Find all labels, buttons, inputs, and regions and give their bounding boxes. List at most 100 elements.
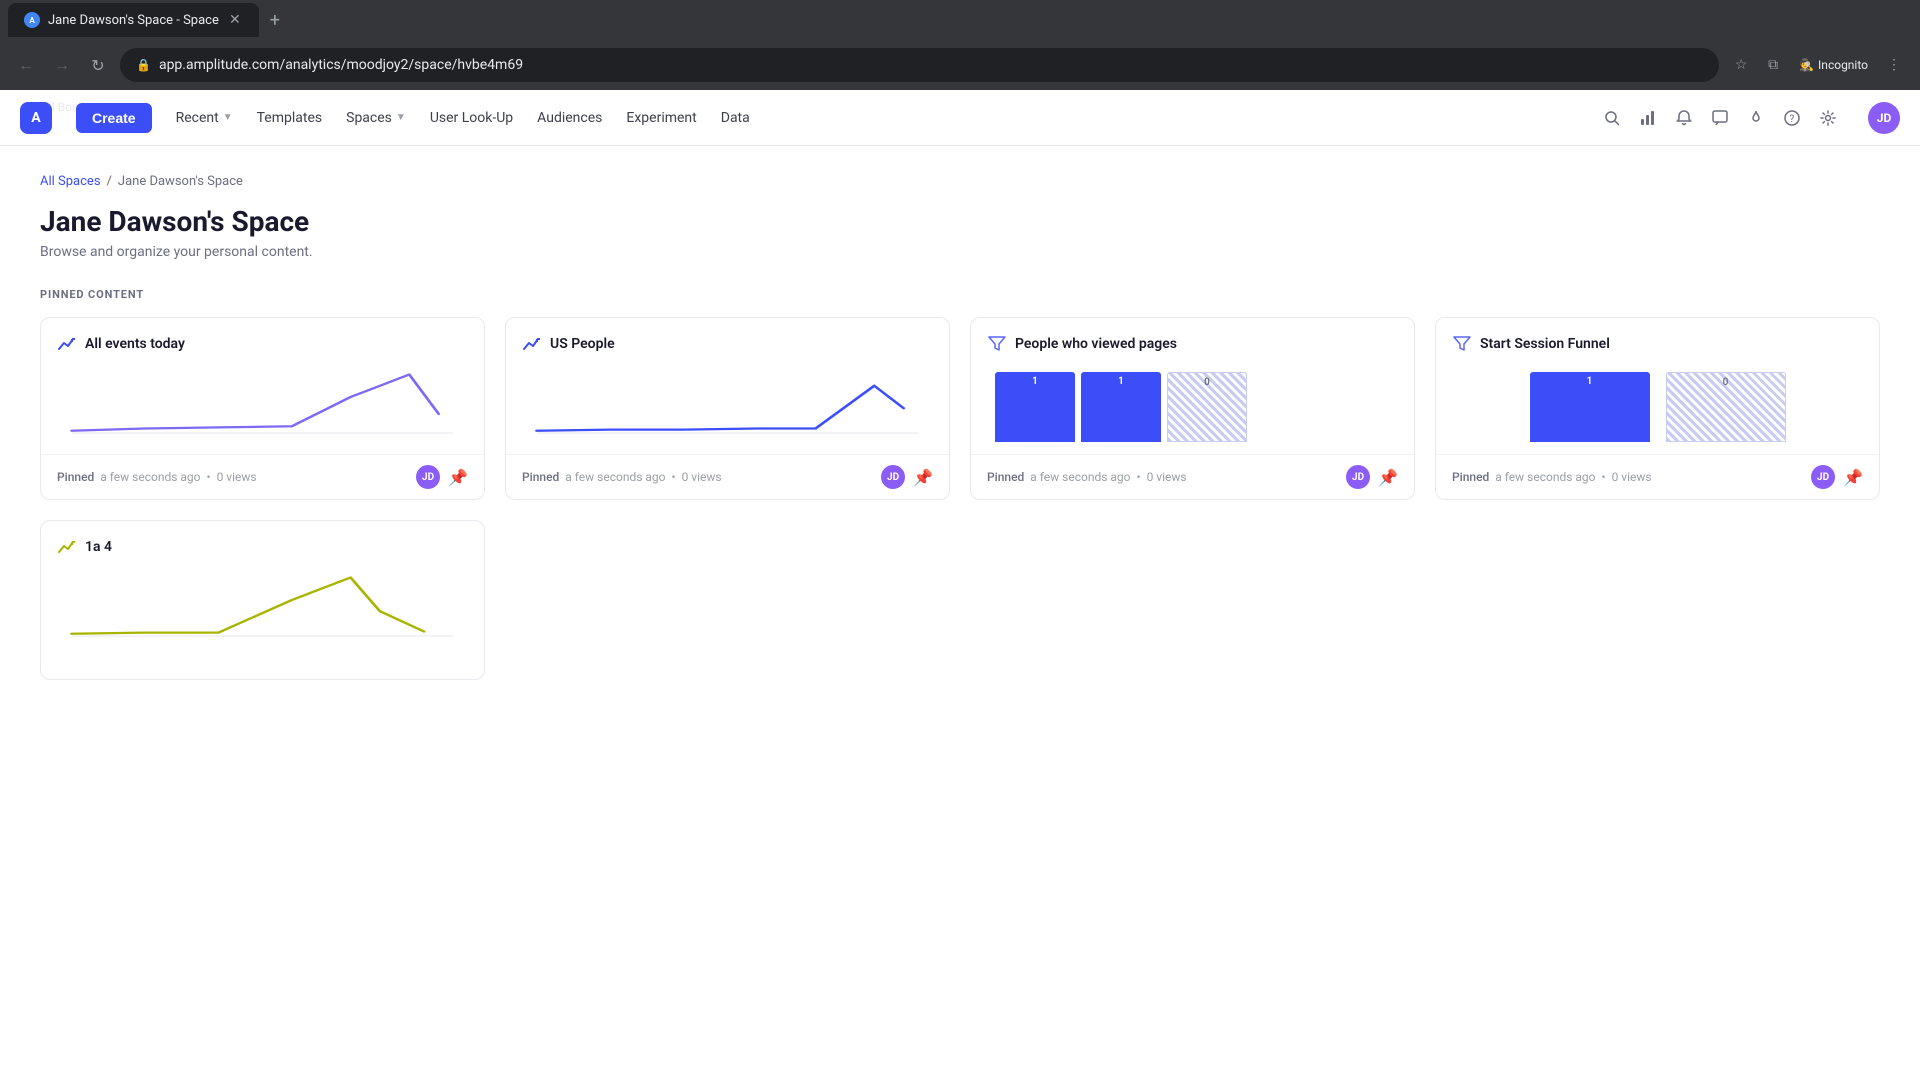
more-options-icon[interactable]: ⋮ bbox=[1880, 51, 1908, 79]
bar-3: 0 bbox=[1167, 372, 1247, 442]
pin-icon-4[interactable]: 📌 bbox=[1843, 468, 1863, 487]
card-all-events-today[interactable]: All events today Pinned a few seconds ag… bbox=[40, 317, 485, 500]
incognito-badge: 🕵 Incognito bbox=[1791, 56, 1876, 74]
card-title: All events today bbox=[85, 336, 185, 352]
trend-icon-2 bbox=[522, 334, 542, 354]
trend-icon-5 bbox=[57, 537, 77, 557]
card-title-3: People who viewed pages bbox=[1015, 336, 1177, 352]
breadcrumb-current: Jane Dawson's Space bbox=[118, 174, 243, 189]
url-bar[interactable]: 🔒 app.amplitude.com/analytics/moodjoy2/s… bbox=[120, 48, 1719, 82]
nav-item-audiences[interactable]: Audiences bbox=[537, 106, 602, 130]
fire-icon[interactable] bbox=[1740, 102, 1772, 134]
main-content: All Spaces / Jane Dawson's Space Jane Da… bbox=[0, 146, 1920, 708]
pinned-label: Pinned bbox=[57, 470, 94, 484]
forward-button[interactable]: → bbox=[48, 51, 76, 79]
card-header-3: People who viewed pages bbox=[971, 318, 1414, 354]
comment-icon[interactable] bbox=[1704, 102, 1736, 134]
pinned-label-4: Pinned bbox=[1452, 470, 1489, 484]
card-header: All events today bbox=[41, 318, 484, 354]
chevron-down-icon-spaces: ▼ bbox=[396, 112, 406, 123]
back-button[interactable]: ← bbox=[12, 51, 40, 79]
browser-tab[interactable]: A Jane Dawson's Space - Space ✕ bbox=[8, 3, 259, 37]
card-actions-4: JD 📌 bbox=[1811, 465, 1863, 489]
top-nav: A Create Recent ▼ Templates Spaces ▼ Use… bbox=[0, 90, 1920, 146]
section-label-pinned: PINNED CONTENT bbox=[40, 288, 1880, 301]
time-label: a few seconds ago bbox=[100, 470, 200, 484]
breadcrumb-all-spaces[interactable]: All Spaces bbox=[40, 174, 101, 189]
breadcrumb: All Spaces / Jane Dawson's Space bbox=[40, 174, 1880, 189]
create-button[interactable]: Create bbox=[76, 103, 152, 133]
settings-icon[interactable] bbox=[1812, 102, 1844, 134]
pin-icon-3[interactable]: 📌 bbox=[1378, 468, 1398, 487]
url-text: app.amplitude.com/analytics/moodjoy2/spa… bbox=[159, 57, 523, 73]
card-start-session-funnel[interactable]: Start Session Funnel 1 0 Pinned a few se… bbox=[1435, 317, 1880, 500]
time-label-2: a few seconds ago bbox=[565, 470, 665, 484]
card-avatar-2: JD bbox=[881, 465, 905, 489]
nav-item-recent[interactable]: Recent ▼ bbox=[176, 106, 233, 130]
card-meta-4: Pinned a few seconds ago • 0 views bbox=[1452, 470, 1652, 484]
dot-sep-2: • bbox=[672, 470, 676, 484]
funnel-icon-2 bbox=[1452, 334, 1472, 354]
new-tab-button[interactable]: + bbox=[263, 8, 287, 32]
bookmark-star-icon[interactable]: ☆ bbox=[1727, 51, 1755, 79]
card-actions: JD 📌 bbox=[416, 465, 468, 489]
nav-item-templates[interactable]: Templates bbox=[257, 106, 323, 130]
views-label-2: 0 views bbox=[682, 470, 722, 484]
pin-icon[interactable]: 📌 bbox=[448, 468, 468, 487]
nav-item-user-lookup[interactable]: User Look-Up bbox=[430, 106, 513, 130]
pin-icon-2[interactable]: 📌 bbox=[913, 468, 933, 487]
card-people-viewed-pages[interactable]: People who viewed pages 1 1 0 Pinned a f… bbox=[970, 317, 1415, 500]
bar-s1: 1 bbox=[1530, 372, 1650, 442]
card-actions-3: JD 📌 bbox=[1346, 465, 1398, 489]
chart-icon[interactable] bbox=[1632, 102, 1664, 134]
card-avatar-3: JD bbox=[1346, 465, 1370, 489]
card-footer-3: Pinned a few seconds ago • 0 views JD 📌 bbox=[971, 454, 1414, 499]
card-1a4[interactable]: 1a 4 bbox=[40, 520, 485, 680]
bell-icon[interactable] bbox=[1668, 102, 1700, 134]
card-header-5: 1a 4 bbox=[41, 521, 484, 557]
card-actions-2: JD 📌 bbox=[881, 465, 933, 489]
cards-grid-bottom: 1a 4 bbox=[40, 520, 1880, 680]
card-footer: Pinned a few seconds ago • 0 views JD 📌 bbox=[41, 454, 484, 499]
lock-icon: 🔒 bbox=[136, 58, 151, 72]
pinned-label-2: Pinned bbox=[522, 470, 559, 484]
card-meta-3: Pinned a few seconds ago • 0 views bbox=[987, 470, 1187, 484]
cards-grid: All events today Pinned a few seconds ag… bbox=[40, 317, 1880, 500]
page-title: Jane Dawson's Space bbox=[40, 205, 1880, 238]
user-avatar[interactable]: JD bbox=[1868, 102, 1900, 134]
bar-s2: 0 bbox=[1666, 372, 1786, 442]
bar-2: 1 bbox=[1081, 372, 1161, 442]
nav-item-experiment[interactable]: Experiment bbox=[626, 106, 696, 130]
card-title-4: Start Session Funnel bbox=[1480, 336, 1610, 352]
views-label-4: 0 views bbox=[1612, 470, 1652, 484]
nav-item-spaces[interactable]: Spaces ▼ bbox=[346, 106, 406, 130]
card-header: US People bbox=[506, 318, 949, 354]
card-chart-line bbox=[41, 354, 484, 454]
tab-title: Jane Dawson's Space - Space bbox=[48, 13, 219, 28]
logo[interactable]: A bbox=[20, 102, 52, 134]
views-label-3: 0 views bbox=[1147, 470, 1187, 484]
dot-sep: • bbox=[207, 470, 211, 484]
help-icon[interactable]: ? bbox=[1776, 102, 1808, 134]
refresh-button[interactable]: ↻ bbox=[84, 51, 112, 79]
breadcrumb-separator: / bbox=[107, 174, 112, 189]
card-chart-bar: 1 1 0 bbox=[971, 354, 1414, 454]
pinned-label-3: Pinned bbox=[987, 470, 1024, 484]
bar-1: 1 bbox=[995, 372, 1075, 442]
page-subtitle: Browse and organize your personal conten… bbox=[40, 244, 1880, 260]
funnel-icon bbox=[987, 334, 1007, 354]
tab-close-button[interactable]: ✕ bbox=[227, 12, 243, 28]
card-footer-4: Pinned a few seconds ago • 0 views JD 📌 bbox=[1436, 454, 1879, 499]
split-screen-icon[interactable]: ⧉ bbox=[1759, 51, 1787, 79]
svg-text:?: ? bbox=[1790, 114, 1795, 125]
incognito-label: Incognito bbox=[1818, 58, 1868, 72]
time-label-4: a few seconds ago bbox=[1495, 470, 1595, 484]
time-label-3: a few seconds ago bbox=[1030, 470, 1130, 484]
card-meta-2: Pinned a few seconds ago • 0 views bbox=[522, 470, 722, 484]
search-icon[interactable] bbox=[1596, 102, 1628, 134]
card-footer-2: Pinned a few seconds ago • 0 views JD 📌 bbox=[506, 454, 949, 499]
card-us-people[interactable]: US People Pinned a few seconds ago • 0 v… bbox=[505, 317, 950, 500]
card-avatar-4: JD bbox=[1811, 465, 1835, 489]
nav-item-data[interactable]: Data bbox=[721, 106, 750, 130]
views-label: 0 views bbox=[217, 470, 257, 484]
